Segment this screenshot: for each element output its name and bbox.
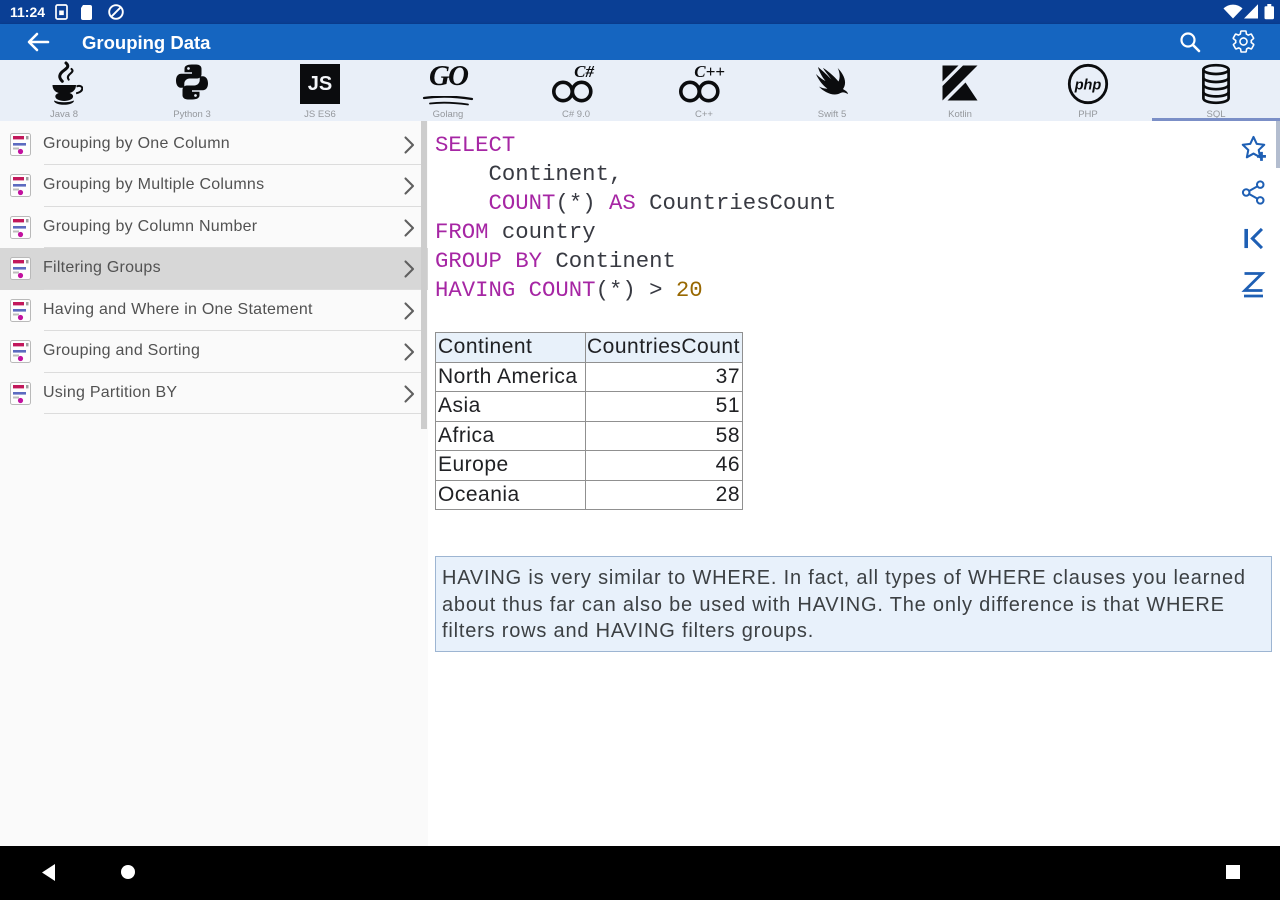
svg-text:php: php — [1074, 78, 1102, 94]
svg-text:C#: C# — [574, 62, 594, 81]
svg-text:C++: C++ — [694, 62, 725, 81]
